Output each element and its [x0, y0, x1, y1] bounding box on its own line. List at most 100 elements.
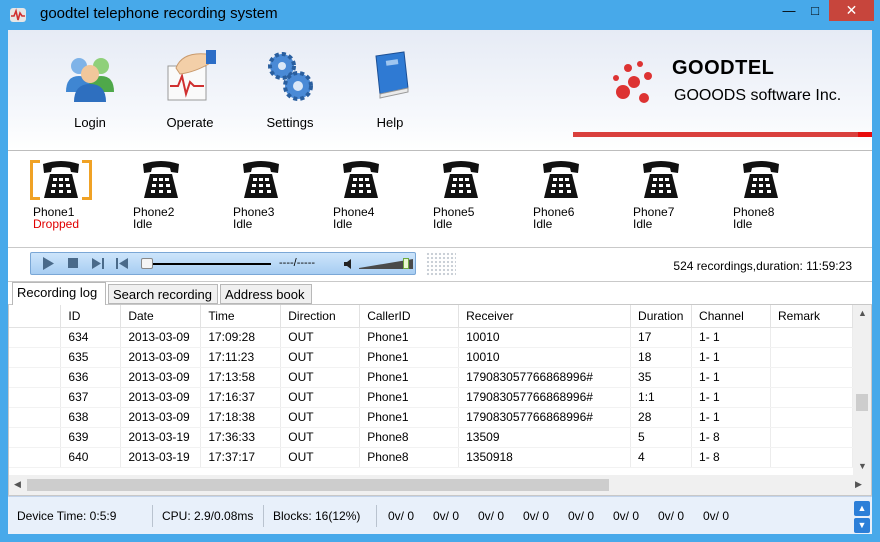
- table-row[interactable]: 638 2013-03-09 17:18:38 OUT Phone1 17908…: [9, 407, 853, 428]
- phone-slot-6[interactable]: Phone6 Idle: [530, 160, 610, 230]
- channel-counter: 0v/ 0: [433, 509, 460, 523]
- horizontal-scroll-thumb[interactable]: [27, 479, 609, 491]
- blocks-usage: Blocks: 16(12%): [273, 509, 361, 523]
- stop-icon[interactable]: [65, 256, 81, 271]
- table-row[interactable]: 639 2013-03-19 17:36:33 OUT Phone8 13509…: [9, 427, 853, 448]
- phone-status: Idle: [233, 217, 253, 231]
- table-row[interactable]: 634 2013-03-09 17:09:28 OUT Phone1 10010…: [9, 327, 853, 348]
- phone-slot-3[interactable]: Phone3 Idle: [230, 160, 310, 230]
- table-row[interactable]: 636 2013-03-09 17:13:58 OUT Phone1 17908…: [9, 367, 853, 388]
- seek-thumb[interactable]: [141, 258, 153, 269]
- phone-slot-4[interactable]: Phone4 Idle: [330, 160, 410, 230]
- status-separator: [152, 505, 153, 527]
- tab-address-book[interactable]: Address book: [220, 284, 312, 304]
- brand-name: GOODTEL: [672, 57, 775, 79]
- tab-recording-log[interactable]: Recording log: [12, 282, 106, 305]
- cell-receiver: 17908305776686899​6#: [458, 367, 632, 388]
- row-header-cell[interactable]: [9, 387, 62, 408]
- column-header-callerid[interactable]: CallerID: [359, 305, 460, 328]
- cell-direction: OUT: [280, 347, 361, 368]
- column-header-duration[interactable]: Duration: [630, 305, 693, 328]
- settings-button[interactable]: Settings: [250, 48, 330, 130]
- cell-id: 634: [60, 327, 122, 348]
- column-header-date[interactable]: Date: [120, 305, 202, 328]
- cell-remark: [770, 327, 853, 348]
- status-separator: [376, 505, 377, 527]
- column-header-time[interactable]: Time: [200, 305, 282, 328]
- row-header-cell[interactable]: [9, 347, 62, 368]
- table-row[interactable]: 637 2013-03-09 17:16:37 OUT Phone1 17908…: [9, 387, 853, 408]
- column-header-id[interactable]: ID: [60, 305, 122, 328]
- column-header-direction[interactable]: Direction: [280, 305, 361, 328]
- scroll-up-arrow-icon[interactable]: ▲: [858, 308, 867, 318]
- table-row[interactable]: 640 2013-03-19 17:37:17 OUT Phone8 13509…: [9, 447, 853, 468]
- volume-knob[interactable]: [403, 258, 409, 269]
- client-area: Login Operate Settings Help GOODTEL GOOO…: [8, 30, 872, 534]
- column-header-receiver[interactable]: Receiver: [458, 305, 632, 328]
- row-header-cell[interactable]: [9, 327, 62, 348]
- row-header-cell[interactable]: [9, 367, 62, 388]
- cell-remark: [770, 347, 853, 368]
- operate-label: Operate: [166, 115, 214, 130]
- cell-direction: OUT: [280, 367, 361, 388]
- seek-track[interactable]: [151, 263, 271, 265]
- phone-slot-5[interactable]: Phone5 Idle: [430, 160, 510, 230]
- play-icon[interactable]: [40, 256, 56, 271]
- app-window: goodtel telephone recording system — □ ✕…: [0, 0, 880, 542]
- cell-channel: 1- 1: [691, 387, 771, 408]
- scroll-left-arrow-icon[interactable]: ◀: [14, 479, 21, 490]
- column-header-rowhead: [9, 305, 62, 328]
- volume-icon[interactable]: [343, 258, 355, 270]
- column-header-channel[interactable]: Channel: [691, 305, 771, 328]
- brand-accent-line: [573, 132, 872, 137]
- tab-search-recording[interactable]: Search recording: [108, 284, 218, 304]
- vertical-scroll-thumb[interactable]: [856, 394, 868, 411]
- row-header-cell[interactable]: [9, 447, 62, 468]
- cell-id: 635: [60, 347, 122, 368]
- channel-pager: ▲ ▼: [854, 501, 870, 533]
- column-header-remark[interactable]: Remark: [770, 305, 853, 328]
- scroll-down-arrow-icon[interactable]: ▼: [858, 461, 867, 471]
- help-button[interactable]: Help: [350, 48, 430, 130]
- cpu-usage: CPU: 2.9/0.08ms: [162, 509, 254, 523]
- row-header-cell[interactable]: [9, 427, 62, 448]
- app-waveform-icon: [10, 8, 26, 22]
- table-row[interactable]: 635 2013-03-09 17:11:23 OUT Phone1 10010…: [9, 347, 853, 368]
- cell-remark: [770, 367, 853, 388]
- scroll-right-arrow-icon[interactable]: ▶: [855, 479, 862, 490]
- grid-viewport: ID Date Time Direction CallerID Receiver…: [9, 305, 853, 475]
- cell-direction: OUT: [280, 447, 361, 468]
- skip-back-icon[interactable]: [114, 256, 130, 271]
- close-button[interactable]: ✕: [829, 0, 874, 21]
- cell-callerid: Phone1: [359, 367, 460, 388]
- page-up-icon[interactable]: ▲: [854, 501, 870, 516]
- cell-time: 17:37:17: [200, 447, 282, 468]
- operate-button[interactable]: Operate: [150, 48, 230, 130]
- help-book-icon: [375, 51, 409, 99]
- status-separator: [263, 505, 264, 527]
- horizontal-scrollbar[interactable]: ◀ ▶: [9, 475, 871, 495]
- page-down-icon[interactable]: ▼: [854, 518, 870, 533]
- phone-slot-8[interactable]: Phone8 Idle: [730, 160, 810, 230]
- vertical-scrollbar[interactable]: ▲ ▼: [853, 305, 871, 475]
- phone-slot-1[interactable]: Phone1 Dropped: [30, 160, 110, 230]
- tab-strip: Recording log Search recording Address b…: [8, 282, 872, 305]
- phone-slot-7[interactable]: Phone7 Idle: [630, 160, 710, 230]
- cell-receiver: 10010: [458, 347, 632, 368]
- login-button[interactable]: Login: [50, 48, 130, 130]
- phone-slot-2[interactable]: Phone2 Idle: [130, 160, 210, 230]
- skip-forward-icon[interactable]: [90, 256, 106, 271]
- maximize-button[interactable]: □: [802, 0, 828, 21]
- brand-accent-cap: [858, 132, 872, 137]
- row-header-cell[interactable]: [9, 407, 62, 428]
- cell-remark: [770, 407, 853, 428]
- cell-id: 639: [60, 427, 122, 448]
- cell-time: 17:16:37: [200, 387, 282, 408]
- cell-channel: 1- 1: [691, 407, 771, 428]
- telephone-icon: [330, 160, 392, 200]
- telephone-icon: [30, 160, 92, 200]
- minimize-button[interactable]: —: [776, 0, 802, 21]
- cell-id: 636: [60, 367, 122, 388]
- status-bar: Device Time: 0:5:9 CPU: 2.9/0.08ms Block…: [8, 496, 872, 534]
- phone-status: Idle: [533, 217, 553, 231]
